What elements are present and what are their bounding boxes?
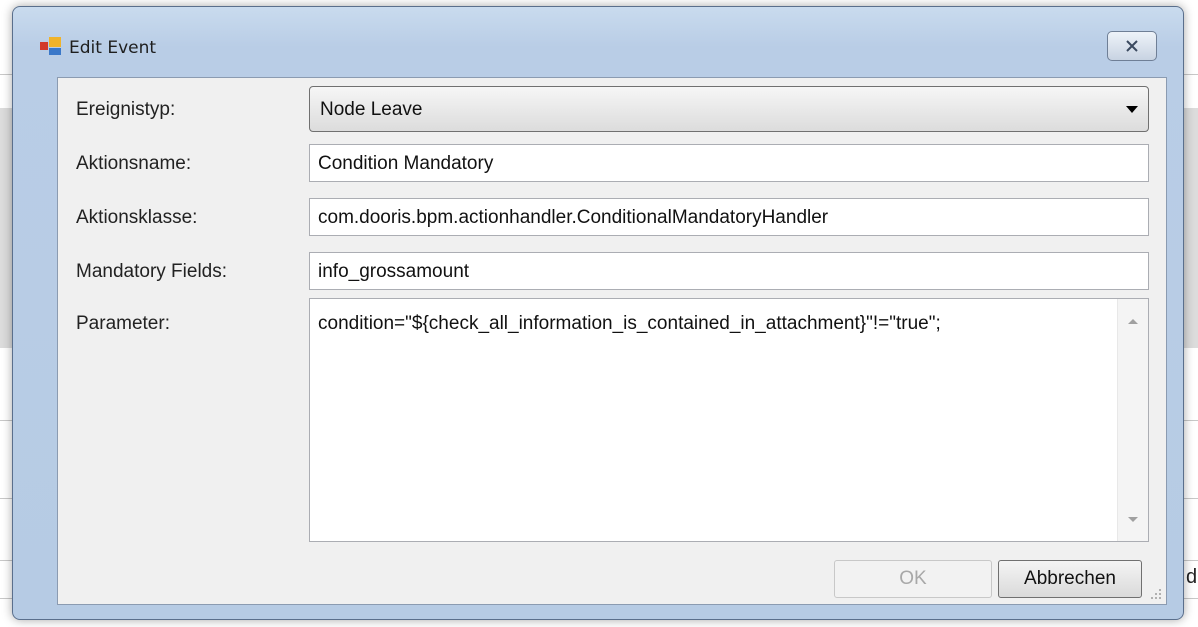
title-bar[interactable]: Edit Event (13, 7, 1183, 77)
scroll-up-arrow-icon[interactable] (1128, 319, 1138, 324)
vertical-scrollbar[interactable] (1117, 299, 1148, 541)
action-class-label: Aktionsklasse: (76, 207, 198, 228)
event-type-select[interactable]: Node Leave (309, 86, 1149, 132)
close-x-icon (1126, 40, 1138, 52)
dialog-client-area: Ereignistyp: Node Leave Aktionsname: Con… (57, 77, 1167, 605)
cancel-button[interactable]: Abbrechen (998, 560, 1142, 598)
app-window-icon (40, 37, 61, 55)
parameter-textarea[interactable]: condition="${check_all_information_is_co… (309, 298, 1149, 542)
event-type-label: Ereignistyp: (76, 99, 176, 120)
action-name-label: Aktionsname: (76, 153, 192, 174)
parameter-value: condition="${check_all_information_is_co… (318, 313, 941, 334)
action-name-input[interactable]: Condition Mandatory (309, 144, 1149, 182)
window-title: Edit Event (69, 38, 157, 58)
resize-grip-icon[interactable] (1150, 588, 1162, 600)
action-class-input[interactable]: com.dooris.bpm.actionhandler.Conditional… (309, 198, 1149, 236)
ok-button[interactable]: OK (834, 560, 992, 598)
background-text-fragment: d (1186, 566, 1198, 588)
mandatory-fields-label: Mandatory Fields: (76, 261, 228, 282)
edit-event-dialog: Edit Event Ereignistyp: Node Leave Aktio… (12, 6, 1184, 620)
event-type-value: Node Leave (320, 99, 423, 120)
chevron-down-icon (1126, 106, 1138, 113)
scroll-down-arrow-icon[interactable] (1128, 517, 1138, 522)
close-button[interactable] (1107, 31, 1157, 61)
parameter-label: Parameter: (76, 313, 170, 334)
mandatory-fields-input[interactable]: info_grossamount (309, 252, 1149, 290)
